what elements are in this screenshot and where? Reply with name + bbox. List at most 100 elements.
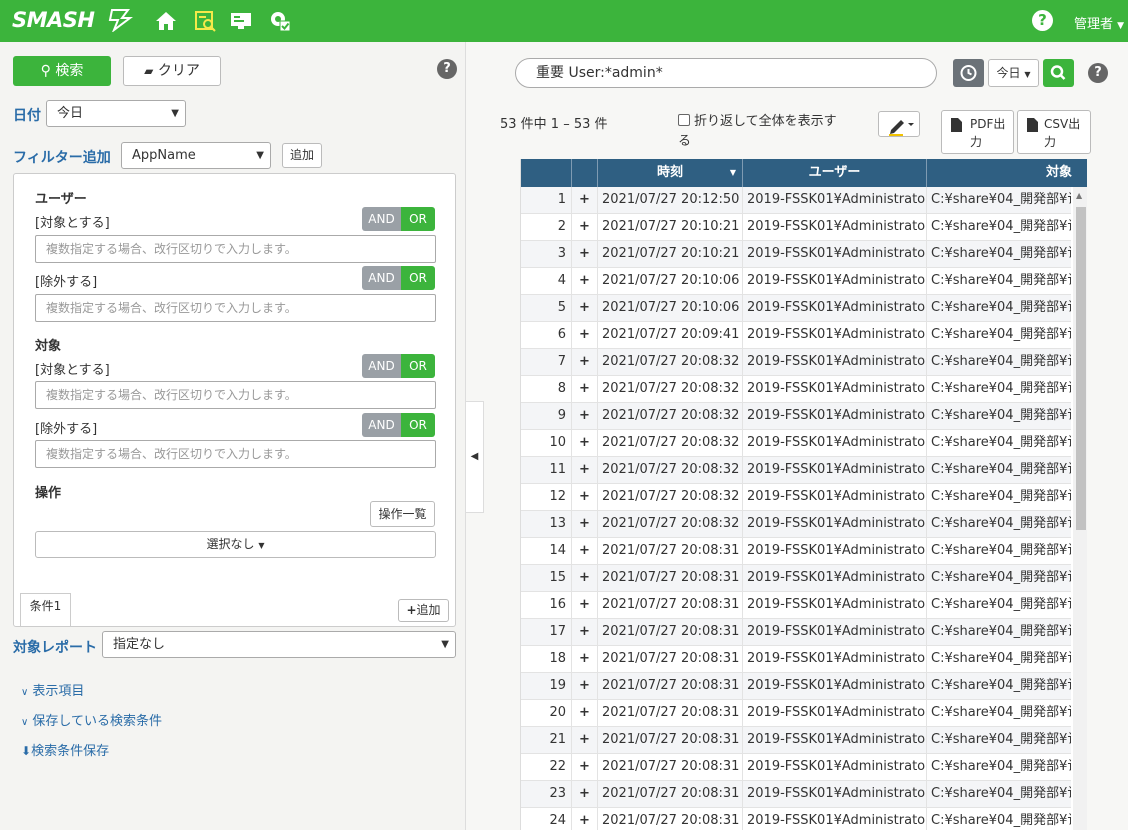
user-include-andor-toggle[interactable]: AND OR xyxy=(362,207,435,231)
table-row[interactable]: 8 +2021/07/27 20:08:32 2019-FSSK01¥Adminis… xyxy=(521,376,1071,403)
table-row[interactable]: 17 +2021/07/27 20:08:31 2019-FSSK01¥Admini… xyxy=(521,619,1071,646)
admin-menu[interactable]: 管理者 ▼ xyxy=(1074,13,1124,32)
expand-row-icon[interactable]: + xyxy=(572,376,598,403)
expand-row-icon[interactable]: + xyxy=(572,808,598,830)
table-row[interactable]: 7 +2021/07/27 20:08:32 2019-FSSK01¥Adminis… xyxy=(521,349,1071,376)
collapse-left-icon[interactable]: ◀ xyxy=(466,401,484,513)
expand-row-icon[interactable]: + xyxy=(572,214,598,241)
expand-row-icon[interactable]: + xyxy=(572,727,598,754)
help-icon[interactable]: ? xyxy=(437,59,457,79)
expand-row-icon[interactable]: + xyxy=(572,781,598,808)
expand-row-icon[interactable]: + xyxy=(572,187,598,214)
history-button[interactable] xyxy=(953,59,984,87)
search-query-input[interactable]: 重要 User:*admin* xyxy=(515,58,937,88)
target-exclude-andor-toggle[interactable]: AND OR xyxy=(362,413,435,437)
or-option[interactable]: OR xyxy=(401,207,435,231)
expand-row-icon[interactable]: + xyxy=(572,619,598,646)
expand-row-icon[interactable]: + xyxy=(572,241,598,268)
wrap-checkbox[interactable]: 折り返して全体を表示する xyxy=(678,112,848,152)
table-row[interactable]: 15 +2021/07/27 20:08:31 2019-FSSK01¥Admini… xyxy=(521,565,1071,592)
header-target[interactable]: 対象 xyxy=(927,159,1087,187)
help-icon[interactable]: ? xyxy=(1088,63,1108,83)
and-option[interactable]: AND xyxy=(362,207,401,231)
display-items-link[interactable]: ∨ 表示項目 xyxy=(21,680,84,699)
and-option[interactable]: AND xyxy=(362,266,401,290)
table-row[interactable]: 1 +2021/07/27 20:12:50 2019-FSSK01¥Adminis… xyxy=(521,187,1071,214)
and-option[interactable]: AND xyxy=(362,413,401,437)
period-select[interactable]: 今日 ▼ xyxy=(988,59,1039,87)
expand-row-icon[interactable]: + xyxy=(572,646,598,673)
expand-row-icon[interactable]: + xyxy=(572,538,598,565)
search-report-icon[interactable] xyxy=(193,9,217,33)
header-time[interactable]: 時刻 ▼ xyxy=(598,159,743,187)
user-exclude-input[interactable]: 複数指定する場合、改行区切りで入力します。 xyxy=(35,294,436,322)
scrollbar-thumb[interactable] xyxy=(1076,207,1086,530)
table-row[interactable]: 24 +2021/07/27 20:08:31 2019-FSSK01¥Admini… xyxy=(521,808,1071,830)
clear-button[interactable]: ▰ クリア xyxy=(123,56,221,86)
table-row[interactable]: 2 +2021/07/27 20:10:21 2019-FSSK01¥Adminis… xyxy=(521,214,1071,241)
table-row[interactable]: 23 +2021/07/27 20:08:31 2019-FSSK01¥Admini… xyxy=(521,781,1071,808)
monitor-icon[interactable] xyxy=(229,9,253,33)
table-row[interactable]: 13 +2021/07/27 20:08:32 2019-FSSK01¥Admini… xyxy=(521,511,1071,538)
tab-condition-1[interactable]: 条件1 xyxy=(20,593,71,626)
expand-row-icon[interactable]: + xyxy=(572,349,598,376)
operation-select[interactable]: 選択なし ▼ xyxy=(35,531,436,558)
header-user[interactable]: ユーザー xyxy=(743,159,927,187)
operation-list-button[interactable]: 操作一覧 xyxy=(370,501,435,527)
table-row[interactable]: 19 +2021/07/27 20:08:31 2019-FSSK01¥Admini… xyxy=(521,673,1071,700)
table-row[interactable]: 5 +2021/07/27 20:10:06 2019-FSSK01¥Adminis… xyxy=(521,295,1071,322)
expand-row-icon[interactable]: + xyxy=(572,754,598,781)
table-row[interactable]: 20 +2021/07/27 20:08:31 2019-FSSK01¥Admini… xyxy=(521,700,1071,727)
expand-row-icon[interactable]: + xyxy=(572,322,598,349)
expand-row-icon[interactable]: + xyxy=(572,295,598,322)
csv-export-button[interactable]: CSV出力 xyxy=(1017,110,1091,154)
expand-row-icon[interactable]: + xyxy=(572,430,598,457)
saved-conditions-link[interactable]: ∨ 保存している検索条件 xyxy=(21,710,162,729)
settings-check-icon[interactable] xyxy=(268,9,292,33)
expand-row-icon[interactable]: + xyxy=(572,511,598,538)
filter-field-select[interactable]: AppName ▼ xyxy=(121,142,271,169)
table-row[interactable]: 10 +2021/07/27 20:08:32 2019-FSSK01¥Admini… xyxy=(521,430,1071,457)
expand-row-icon[interactable]: + xyxy=(572,592,598,619)
table-row[interactable]: 14 +2021/07/27 20:08:31 2019-FSSK01¥Admini… xyxy=(521,538,1071,565)
expand-row-icon[interactable]: + xyxy=(572,403,598,430)
user-include-input[interactable]: 複数指定する場合、改行区切りで入力します。 xyxy=(35,235,436,263)
expand-row-icon[interactable]: + xyxy=(572,457,598,484)
table-row[interactable]: 6 +2021/07/27 20:09:41 2019-FSSK01¥Adminis… xyxy=(521,322,1071,349)
table-row[interactable]: 12 +2021/07/27 20:08:32 2019-FSSK01¥Admini… xyxy=(521,484,1071,511)
help-icon[interactable]: ? xyxy=(1032,10,1053,31)
home-icon[interactable] xyxy=(154,9,178,33)
table-row[interactable]: 3 +2021/07/27 20:10:21 2019-FSSK01¥Adminis… xyxy=(521,241,1071,268)
save-conditions-link[interactable]: ⬇検索条件保存 xyxy=(21,740,109,759)
target-include-input[interactable]: 複数指定する場合、改行区切りで入力します。 xyxy=(35,381,436,409)
pdf-export-button[interactable]: PDF出力 xyxy=(941,110,1014,154)
add-condition-button[interactable]: +追加 xyxy=(398,599,449,622)
app-logo[interactable]: SMASH xyxy=(12,6,133,34)
report-select[interactable]: 指定なし ▼ xyxy=(102,631,456,658)
or-option[interactable]: OR xyxy=(401,413,435,437)
run-search-button[interactable] xyxy=(1043,59,1074,87)
search-button[interactable]: ⚲ 検索 xyxy=(13,56,111,86)
or-option[interactable]: OR xyxy=(401,266,435,290)
expand-row-icon[interactable]: + xyxy=(572,268,598,295)
table-row[interactable]: 9 +2021/07/27 20:08:32 2019-FSSK01¥Adminis… xyxy=(521,403,1071,430)
table-row[interactable]: 21 +2021/07/27 20:08:31 2019-FSSK01¥Admini… xyxy=(521,727,1071,754)
target-exclude-input[interactable]: 複数指定する場合、改行区切りで入力します。 xyxy=(35,440,436,468)
table-row[interactable]: 22 +2021/07/27 20:08:31 2019-FSSK01¥Admini… xyxy=(521,754,1071,781)
expand-row-icon[interactable]: + xyxy=(572,700,598,727)
highlight-button[interactable] xyxy=(878,111,920,137)
expand-row-icon[interactable]: + xyxy=(572,565,598,592)
expand-row-icon[interactable]: + xyxy=(572,673,598,700)
scroll-up-icon[interactable]: ▲ xyxy=(1076,191,1082,200)
and-option[interactable]: AND xyxy=(362,354,401,378)
user-exclude-andor-toggle[interactable]: AND OR xyxy=(362,266,435,290)
table-row[interactable]: 4 +2021/07/27 20:10:06 2019-FSSK01¥Adminis… xyxy=(521,268,1071,295)
table-row[interactable]: 11 +2021/07/27 20:08:32 2019-FSSK01¥Admini… xyxy=(521,457,1071,484)
expand-row-icon[interactable]: + xyxy=(572,484,598,511)
or-option[interactable]: OR xyxy=(401,354,435,378)
table-row[interactable]: 16 +2021/07/27 20:08:31 2019-FSSK01¥Admini… xyxy=(521,592,1071,619)
table-scrollbar[interactable]: ▲ xyxy=(1073,187,1087,830)
checkbox-box[interactable] xyxy=(678,114,690,126)
add-filter-button[interactable]: 追加 xyxy=(282,143,322,168)
date-select[interactable]: 今日 ▼ xyxy=(46,100,186,127)
